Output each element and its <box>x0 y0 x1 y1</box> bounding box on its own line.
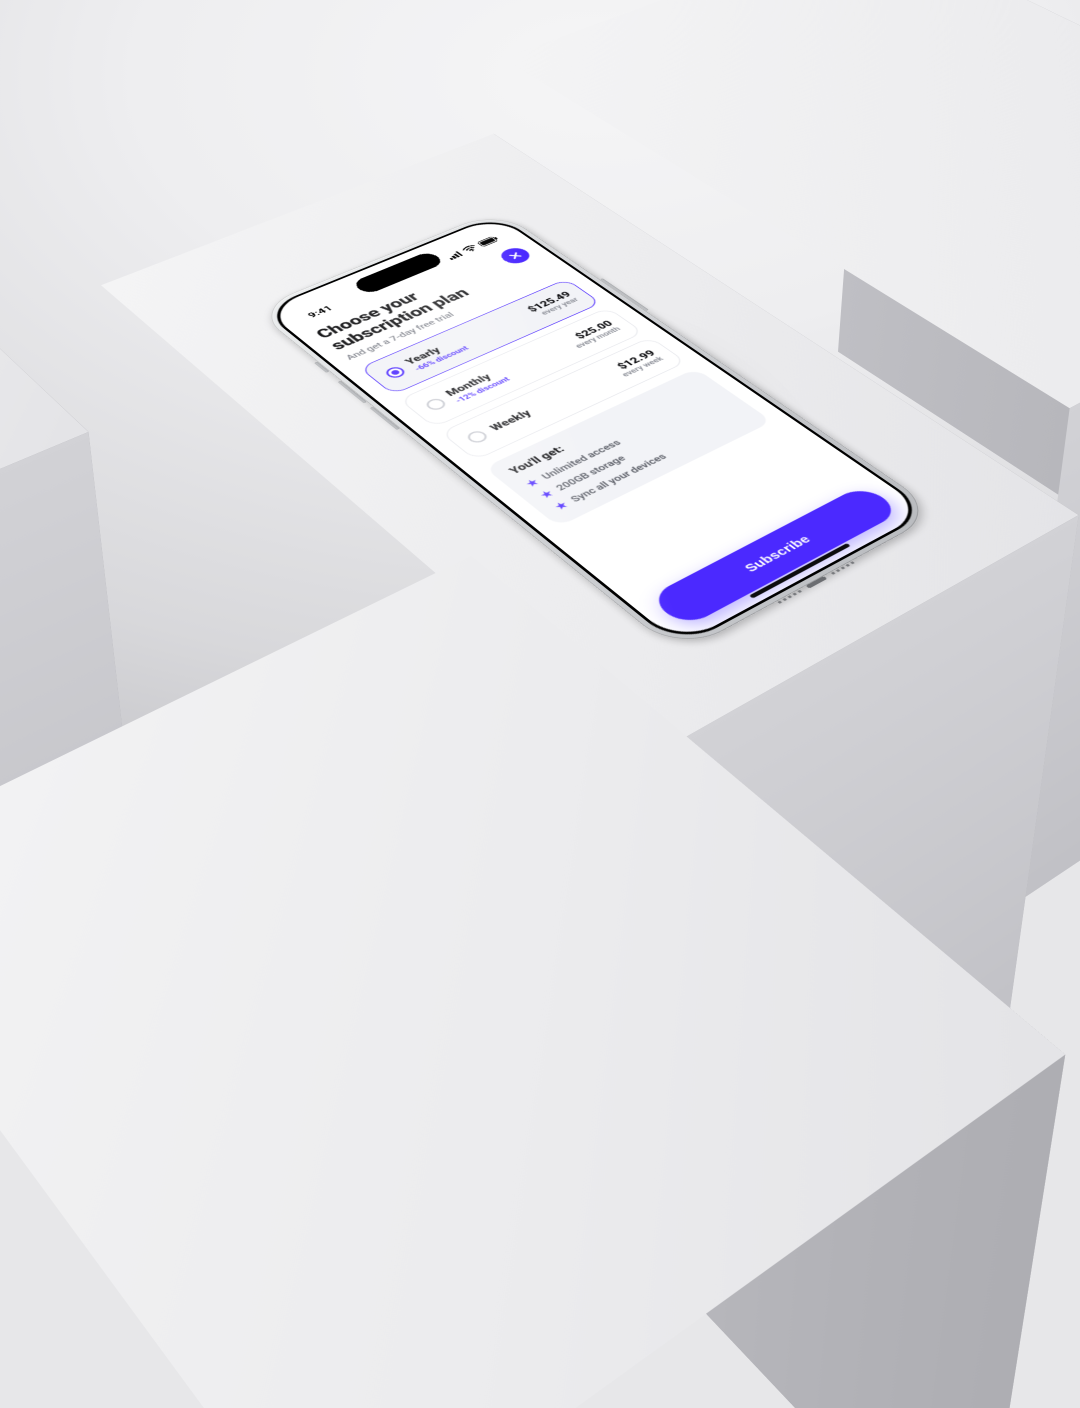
radio-icon <box>423 396 449 411</box>
benefit-item: ★200GB storage <box>537 402 734 499</box>
benefits-title: You'll get: <box>506 380 703 476</box>
mockup-scene: 9:41 <box>0 0 1080 757</box>
close-button[interactable] <box>496 245 535 266</box>
benefit-text: Sync all your devices <box>568 451 669 503</box>
benefit-item: ★Unlimited access <box>523 392 719 488</box>
close-icon <box>506 250 524 260</box>
star-icon: ★ <box>524 477 541 487</box>
star-icon: ★ <box>553 500 570 511</box>
benefits-card: You'll get: ★Unlimited access ★200GB sto… <box>484 368 772 526</box>
plan-discount <box>499 379 617 433</box>
plan-name: Weekly <box>488 371 616 433</box>
benefit-text: 200GB storage <box>553 453 628 492</box>
radio-icon <box>465 429 491 445</box>
benefit-item: ★Sync all your devices <box>552 412 749 511</box>
radio-icon <box>383 365 408 380</box>
benefit-text: Unlimited access <box>539 438 624 481</box>
star-icon: ★ <box>538 488 555 499</box>
